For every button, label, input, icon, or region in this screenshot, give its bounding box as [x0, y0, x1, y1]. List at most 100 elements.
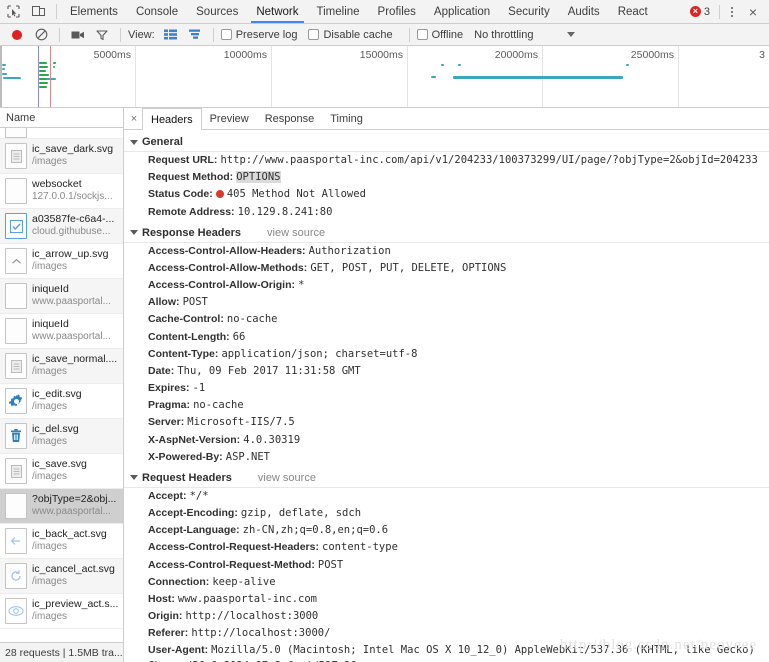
network-main: Name ic_save_dark.svg /images websocket … [0, 108, 769, 662]
tab-application[interactable]: Application [425, 0, 499, 23]
overview-tick-label: 20000ms [494, 49, 538, 61]
divider [408, 27, 410, 42]
tab-label: React [617, 5, 648, 18]
tab-security[interactable]: Security [499, 0, 559, 23]
list-item[interactable] [0, 128, 123, 139]
chevron-down-icon[interactable] [567, 32, 576, 37]
preserve-log-checkbox[interactable]: Preserve log [220, 29, 297, 41]
header-value: 10.129.8.241:80 [237, 205, 333, 218]
error-badge[interactable]: × 3 [684, 6, 716, 18]
clear-icon[interactable] [30, 25, 52, 45]
tab-profiles[interactable]: Profiles [369, 0, 425, 23]
tab-audits[interactable]: Audits [559, 0, 609, 23]
list-item[interactable]: ic_arrow_up.svg /images [0, 244, 123, 279]
tab-network[interactable]: Network [247, 0, 307, 23]
tab-sources[interactable]: Sources [187, 0, 247, 23]
panel-tabs: Elements Console Sources Network Timelin… [61, 0, 657, 23]
disable-cache-checkbox[interactable]: Disable cache [308, 29, 393, 41]
list-item[interactable]: ic_save_normal.... /images [0, 349, 123, 384]
header-value: 4.0.30319 [243, 433, 301, 446]
header-row: Allow: POST [124, 294, 769, 311]
header-value: 66 [232, 330, 246, 343]
network-overview[interactable]: 5000ms 10000ms 15000ms 20000ms 25000ms 3 [0, 46, 769, 108]
header-key: Origin: [148, 610, 183, 623]
close-detail-icon[interactable]: × [126, 108, 142, 129]
tab-headers[interactable]: Headers [142, 108, 202, 130]
list-item[interactable]: ic_back_act.svg /images [0, 524, 123, 559]
header-value[interactable]: http://www.paasportal-inc.com/api/v1/204… [220, 154, 757, 166]
list-item[interactable]: ic_del.svg /images [0, 419, 123, 454]
throttling-value[interactable]: No throttling [474, 29, 533, 41]
list-item[interactable]: iniqueId www.paasportal... [0, 314, 123, 349]
list-item[interactable]: a03587fe-c6a4-... cloud.githubuse... [0, 209, 123, 244]
section-header-general[interactable]: General [124, 134, 769, 152]
list-view-icon[interactable] [160, 25, 182, 45]
chevron-up-icon [5, 248, 27, 274]
list-item[interactable]: ic_cancel_act.svg /images [0, 559, 123, 594]
list-item[interactable]: ic_save.svg /images [0, 454, 123, 489]
section-header-request[interactable]: Request Headers view source [124, 470, 769, 488]
header-key: X-AspNet-Version: [148, 433, 241, 446]
header-key: Referer: [148, 627, 189, 640]
triangle-down-icon [130, 230, 138, 236]
tab-response[interactable]: Response [257, 108, 323, 129]
list-item-text: ic_arrow_up.svg /images [32, 248, 108, 274]
header-row: Connection: keep-alive [124, 574, 769, 591]
divider [59, 27, 60, 42]
list-item[interactable]: ic_save_dark.svg /images [0, 139, 123, 174]
list-item-sub: 127.0.0.1/sockjs... [32, 191, 113, 203]
camera-icon[interactable] [67, 25, 89, 45]
record-icon[interactable] [6, 25, 28, 45]
divider [120, 27, 121, 42]
request-list[interactable]: ic_save_dark.svg /images websocket 127.0… [0, 128, 123, 642]
divider [212, 27, 214, 42]
tab-elements[interactable]: Elements [61, 0, 127, 23]
close-icon[interactable]: × [741, 4, 765, 20]
header-value: 405 Method Not Allowed [226, 188, 366, 201]
blank-icon [5, 493, 27, 519]
header-value[interactable]: OPTIONS [236, 171, 281, 184]
list-item[interactable]: ic_edit.svg /images [0, 384, 123, 419]
list-item[interactable]: ic_preview_act.s... /images [0, 594, 123, 629]
inspect-element-icon[interactable] [0, 0, 26, 23]
waterfall-view-icon[interactable] [184, 25, 206, 45]
list-item-text: ic_save.svg /images [32, 458, 87, 484]
tab-console[interactable]: Console [127, 0, 187, 23]
list-item[interactable]: iniqueId www.paasportal... [0, 279, 123, 314]
arrow-left-icon [5, 528, 27, 554]
tab-timeline[interactable]: Timeline [308, 0, 369, 23]
header-key: Accept: [148, 489, 187, 502]
list-item-sub: /images [32, 156, 68, 168]
tab-timing[interactable]: Timing [322, 108, 371, 129]
list-item-text: ic_save_normal.... /images [32, 353, 117, 379]
section-header-response[interactable]: Response Headers view source [124, 225, 769, 243]
column-header-name[interactable]: Name [0, 108, 123, 128]
header-key: Request URL: [148, 154, 218, 166]
header-value: POST [317, 558, 344, 571]
more-options-icon[interactable] [723, 6, 741, 17]
list-item-name: ic_save.svg [32, 458, 87, 471]
view-source-link[interactable]: view source [258, 472, 316, 484]
list-item-text: ?objType=2&obj... www.paasportal... [32, 493, 116, 519]
overview-tick-label: 10000ms [223, 49, 267, 61]
document-icon [5, 353, 27, 379]
header-row: X-Powered-By: ASP.NET [124, 449, 769, 466]
tab-label: Security [508, 5, 550, 18]
list-item[interactable]: websocket 127.0.0.1/sockjs... [0, 174, 123, 209]
status-error-icon [215, 190, 224, 199]
list-item-name: ic_edit.svg [32, 388, 82, 401]
list-item-name: websocket [32, 178, 82, 191]
list-item-sub: www.paasportal... [32, 331, 111, 343]
toolbar-divider [56, 4, 57, 19]
offline-checkbox[interactable]: Offline [416, 29, 463, 41]
list-item-text: iniqueId www.paasportal... [32, 283, 111, 309]
triangle-down-icon [130, 475, 138, 481]
filter-icon[interactable] [91, 25, 113, 45]
header-row: Access-Control-Allow-Headers: Authorizat… [124, 243, 769, 260]
view-source-link[interactable]: view source [267, 227, 325, 239]
tab-react[interactable]: React [609, 0, 657, 23]
list-item-selected[interactable]: ?objType=2&obj... www.paasportal... [0, 489, 123, 524]
device-toolbar-icon[interactable] [26, 0, 52, 23]
tab-preview[interactable]: Preview [202, 108, 257, 129]
detail-tabs: × Headers Preview Response Timing [124, 108, 769, 130]
